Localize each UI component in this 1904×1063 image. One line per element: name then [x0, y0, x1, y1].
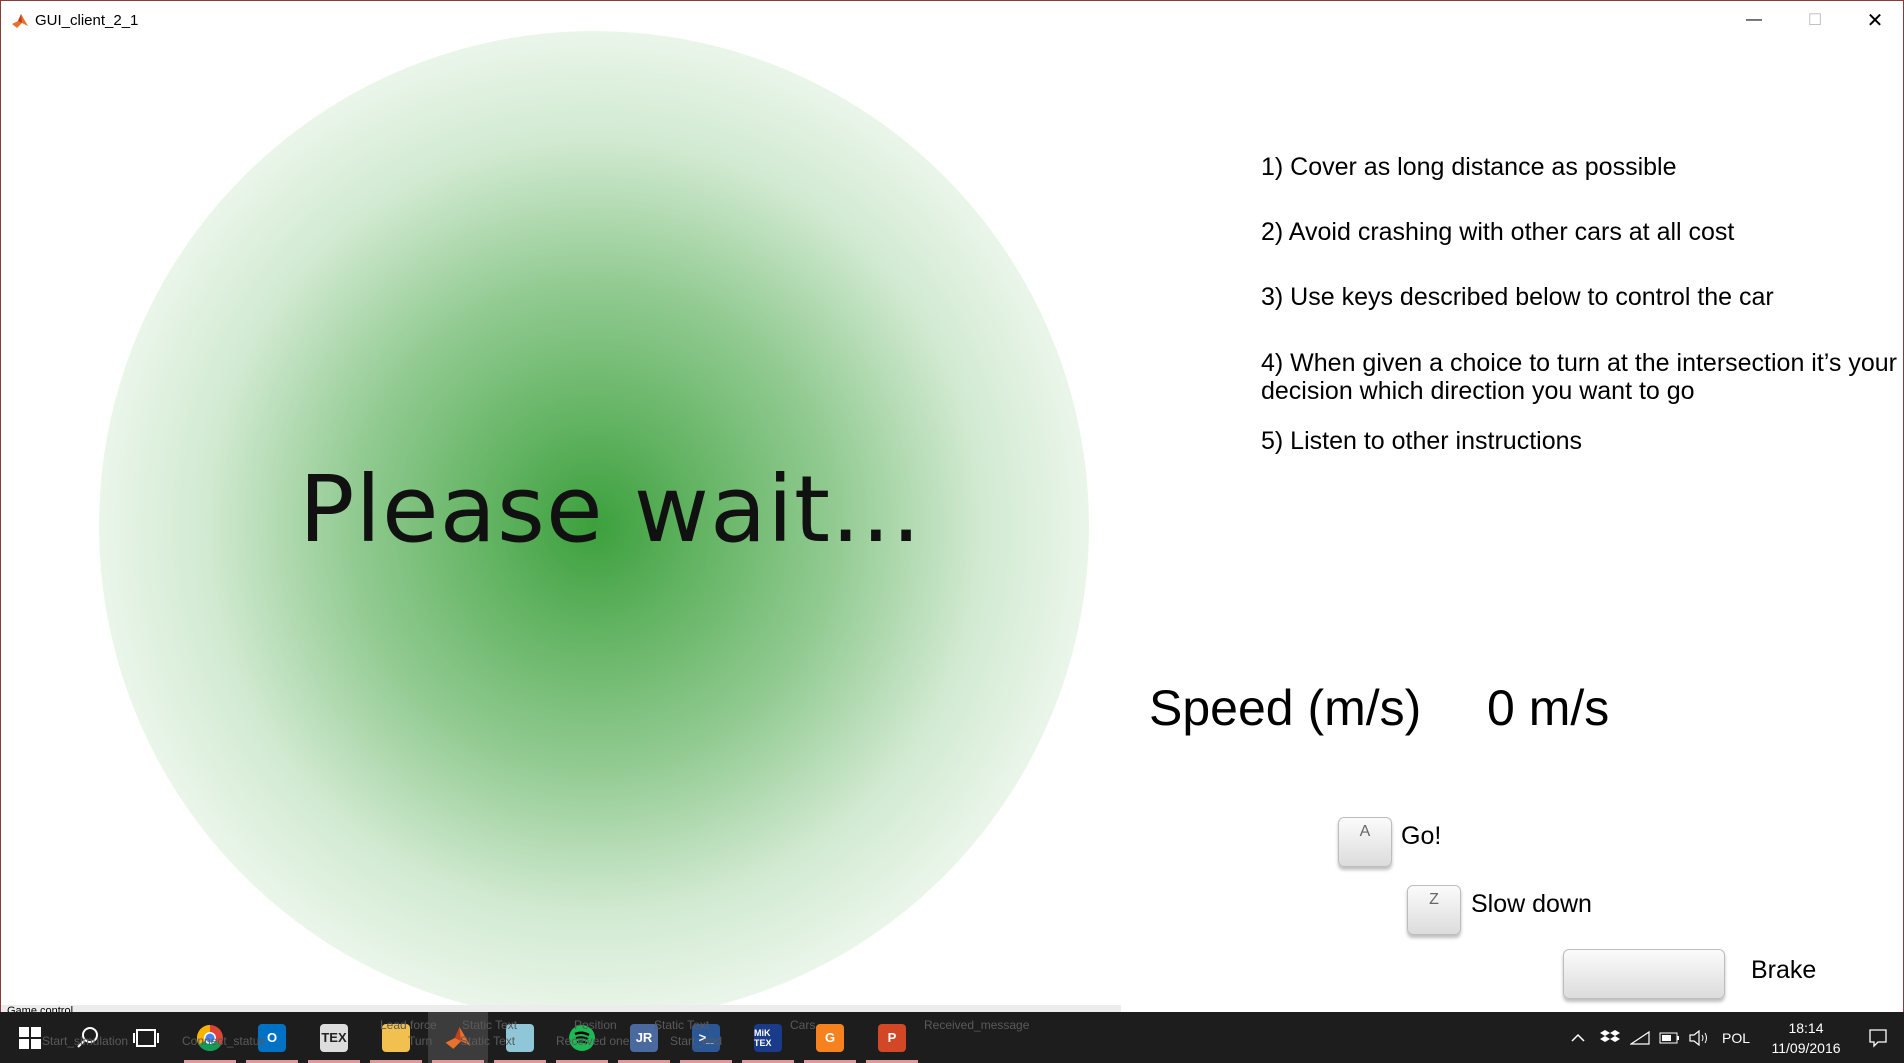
minimize-button[interactable]: — — [1725, 1, 1783, 39]
instruction-2: 2) Avoid crashing with other cars at all… — [1261, 218, 1735, 246]
ghost-static-text-1: Static Text — [462, 1018, 518, 1032]
slow-down-label: Slow down — [1471, 890, 1592, 918]
instruction-5: 5) Listen to other instructions — [1261, 427, 1582, 455]
tray-chevron-up-icon[interactable] — [1565, 1012, 1591, 1063]
maximize-button[interactable]: ☐ — [1786, 1, 1844, 39]
key-z-letter: Z — [1429, 891, 1439, 908]
tex-icon: TEX — [320, 1023, 348, 1052]
go-label: Go! — [1401, 822, 1442, 850]
taskbar-tex[interactable]: TEX — [304, 1012, 364, 1063]
key-a-letter: A — [1359, 823, 1371, 840]
instruction-4-line-2: decision which direction you want to go — [1261, 377, 1695, 405]
instruction-1: 1) Cover as long distance as possible — [1261, 153, 1677, 181]
language-indicator[interactable]: POL — [1718, 1012, 1754, 1063]
key-a-icon: A — [1338, 817, 1392, 867]
powerpoint-icon: P — [878, 1023, 906, 1052]
speed-label: Speed (m/s) — [1149, 680, 1422, 736]
ghost-lead-force: Lead force — [380, 1018, 437, 1032]
taskbar-miktex[interactable]: MiK TEX — [738, 1012, 798, 1063]
ghost-static-text-3: Static Text — [654, 1018, 710, 1032]
instruction-3: 3) Use keys described below to control t… — [1261, 283, 1774, 311]
speed-value: 0 m/s — [1487, 680, 1610, 736]
task-view-icon — [133, 1028, 159, 1047]
app-window: GUI_client_2_1 — ☐ ✕ Please wait... 1) C… — [0, 0, 1904, 1013]
matlab-icon — [12, 14, 28, 28]
taskbar-powerpoint[interactable]: P — [862, 1012, 922, 1063]
instruction-4-line-1: 4) When given a choice to turn at the in… — [1261, 349, 1897, 377]
ghost-position: Position — [574, 1018, 617, 1032]
battery-icon[interactable] — [1656, 1012, 1684, 1063]
ghost-received-message: Received_message — [924, 1018, 1030, 1032]
ghost-start-simulation: Start_simulation — [42, 1034, 129, 1048]
window-title: GUI_client_2_1 — [35, 12, 139, 29]
clock[interactable]: 18:14 11/09/2016 — [1754, 1018, 1858, 1058]
spacebar-key-icon — [1563, 949, 1725, 999]
brake-label: Brake — [1751, 956, 1817, 984]
ghost-turn: Turn — [408, 1034, 433, 1048]
dropbox-tray-icon[interactable] — [1596, 1012, 1624, 1063]
windows-start-icon — [19, 1026, 41, 1049]
miktex-icon: MiK TEX — [754, 1023, 782, 1052]
key-z-icon: Z — [1407, 885, 1461, 935]
close-button[interactable]: ✕ — [1846, 1, 1903, 39]
clock-time: 18:14 — [1788, 1020, 1824, 1036]
volume-icon[interactable] — [1686, 1012, 1714, 1063]
title-bar[interactable]: GUI_client_2_1 — ☐ ✕ — [1, 1, 1903, 39]
foxit-icon: G — [816, 1023, 844, 1052]
ghost-connect-status: Connect_status — [182, 1034, 266, 1048]
ghost-static-text-2: Static Text — [460, 1034, 516, 1048]
action-center-icon[interactable] — [1856, 1012, 1900, 1063]
ghost-start-end: Start_end — [670, 1034, 723, 1048]
ghost-received-one: Received one — [556, 1034, 630, 1048]
wait-message: Please wait... — [299, 456, 922, 563]
clock-date: 11/09/2016 — [1771, 1040, 1841, 1056]
wifi-icon[interactable] — [1626, 1012, 1654, 1063]
ghost-cars: Cars — [790, 1018, 816, 1032]
